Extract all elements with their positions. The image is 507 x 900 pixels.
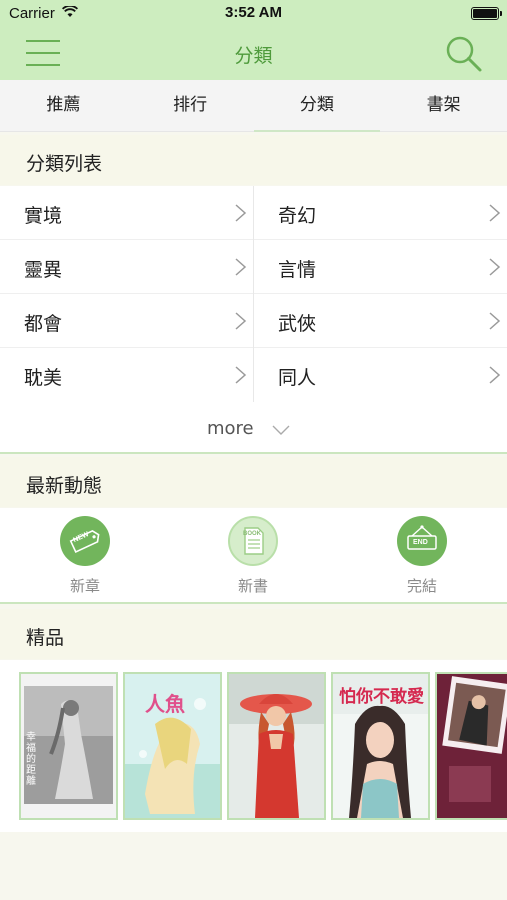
- battery-icon: [471, 7, 502, 20]
- chevron-down-icon: [272, 425, 290, 435]
- chevron-right-icon: [235, 258, 247, 276]
- nav-bar: 分類: [0, 28, 507, 80]
- chevron-right-icon: [489, 258, 501, 276]
- category-item-supernatural[interactable]: 靈異: [0, 240, 253, 294]
- category-label: 實境: [24, 205, 63, 227]
- book-cover[interactable]: 幸福的距離: [19, 672, 118, 820]
- chevron-right-icon: [489, 366, 501, 384]
- category-item-urban[interactable]: 都會: [0, 294, 253, 348]
- app-screen: Carrier 3:52 AM 分類 推薦 排行 分類 書架 分類列表 實境 奇…: [0, 0, 507, 900]
- category-item-fan-fiction[interactable]: 同人: [254, 348, 507, 402]
- more-label: more: [207, 418, 254, 439]
- category-item-fantasy[interactable]: 奇幻: [254, 186, 507, 240]
- book-title-text: 怕你不敢愛: [339, 687, 424, 707]
- featured-section-title: 精品: [26, 627, 65, 649]
- chevron-right-icon: [489, 204, 501, 222]
- book-title-text: 幸福的距離: [26, 732, 36, 787]
- chevron-right-icon: [235, 312, 247, 330]
- category-grid: 實境 奇幻 靈異 言情 都會 武俠 耽美 同人: [0, 186, 507, 402]
- end-sign-icon: END: [397, 516, 447, 566]
- tab-ranking[interactable]: 排行: [127, 80, 254, 131]
- book-cover[interactable]: [227, 672, 326, 820]
- category-item-reality[interactable]: 實境: [0, 186, 253, 240]
- book-cover[interactable]: [435, 672, 507, 820]
- latest-section-header: 最新動態: [0, 457, 507, 507]
- end-badge-text: END: [413, 539, 428, 546]
- new-chapter-label: 新章: [69, 577, 100, 595]
- category-label: 武俠: [278, 313, 317, 335]
- latest-section-title: 最新動態: [26, 475, 103, 497]
- book-badge-text: BOOK: [243, 531, 261, 537]
- chevron-right-icon: [235, 366, 247, 384]
- completed-button[interactable]: END 完結: [362, 516, 482, 596]
- status-bar: Carrier 3:52 AM: [0, 0, 507, 28]
- category-item-martial-arts[interactable]: 武俠: [254, 294, 507, 348]
- new-chapter-button[interactable]: NEW 新章: [25, 516, 145, 596]
- tab-category[interactable]: 分類: [253, 80, 381, 132]
- more-button[interactable]: more: [0, 402, 507, 454]
- chevron-right-icon: [489, 312, 501, 330]
- category-label: 耽美: [24, 367, 63, 389]
- category-section-header: 分類列表: [0, 135, 507, 185]
- category-section-title: 分類列表: [26, 153, 103, 175]
- category-label: 言情: [278, 259, 317, 281]
- category-item-boys-love[interactable]: 耽美: [0, 348, 253, 402]
- clock: 3:52 AM: [225, 4, 282, 21]
- book-title-text: 人魚: [145, 692, 185, 716]
- category-label: 靈異: [24, 259, 63, 281]
- latest-updates-row: NEW 新章 BOOK 新書 END 完結: [0, 508, 507, 604]
- category-label: 奇幻: [278, 205, 317, 227]
- new-tag-icon: NEW: [60, 516, 110, 566]
- featured-books-row: 幸福的距離 人魚 怕你不敢愛: [0, 660, 507, 832]
- new-book-button[interactable]: BOOK 新書: [193, 516, 313, 596]
- page-title: 分類: [234, 45, 273, 67]
- chevron-right-icon: [235, 204, 247, 222]
- tab-bookshelf[interactable]: 書架: [380, 80, 507, 131]
- new-book-label: 新書: [237, 577, 268, 595]
- category-label: 都會: [24, 313, 63, 335]
- completed-label: 完結: [406, 577, 437, 595]
- featured-section-header: 精品: [0, 609, 507, 659]
- book-cover[interactable]: 怕你不敢愛: [331, 672, 430, 820]
- search-icon[interactable]: [445, 35, 483, 73]
- book-cover[interactable]: 人魚: [123, 672, 222, 820]
- category-label: 同人: [278, 367, 317, 389]
- category-item-romance[interactable]: 言情: [254, 240, 507, 294]
- tab-bar: 推薦 排行 分類 書架: [0, 80, 507, 132]
- book-icon: BOOK: [228, 516, 278, 566]
- tab-recommend[interactable]: 推薦: [0, 80, 127, 131]
